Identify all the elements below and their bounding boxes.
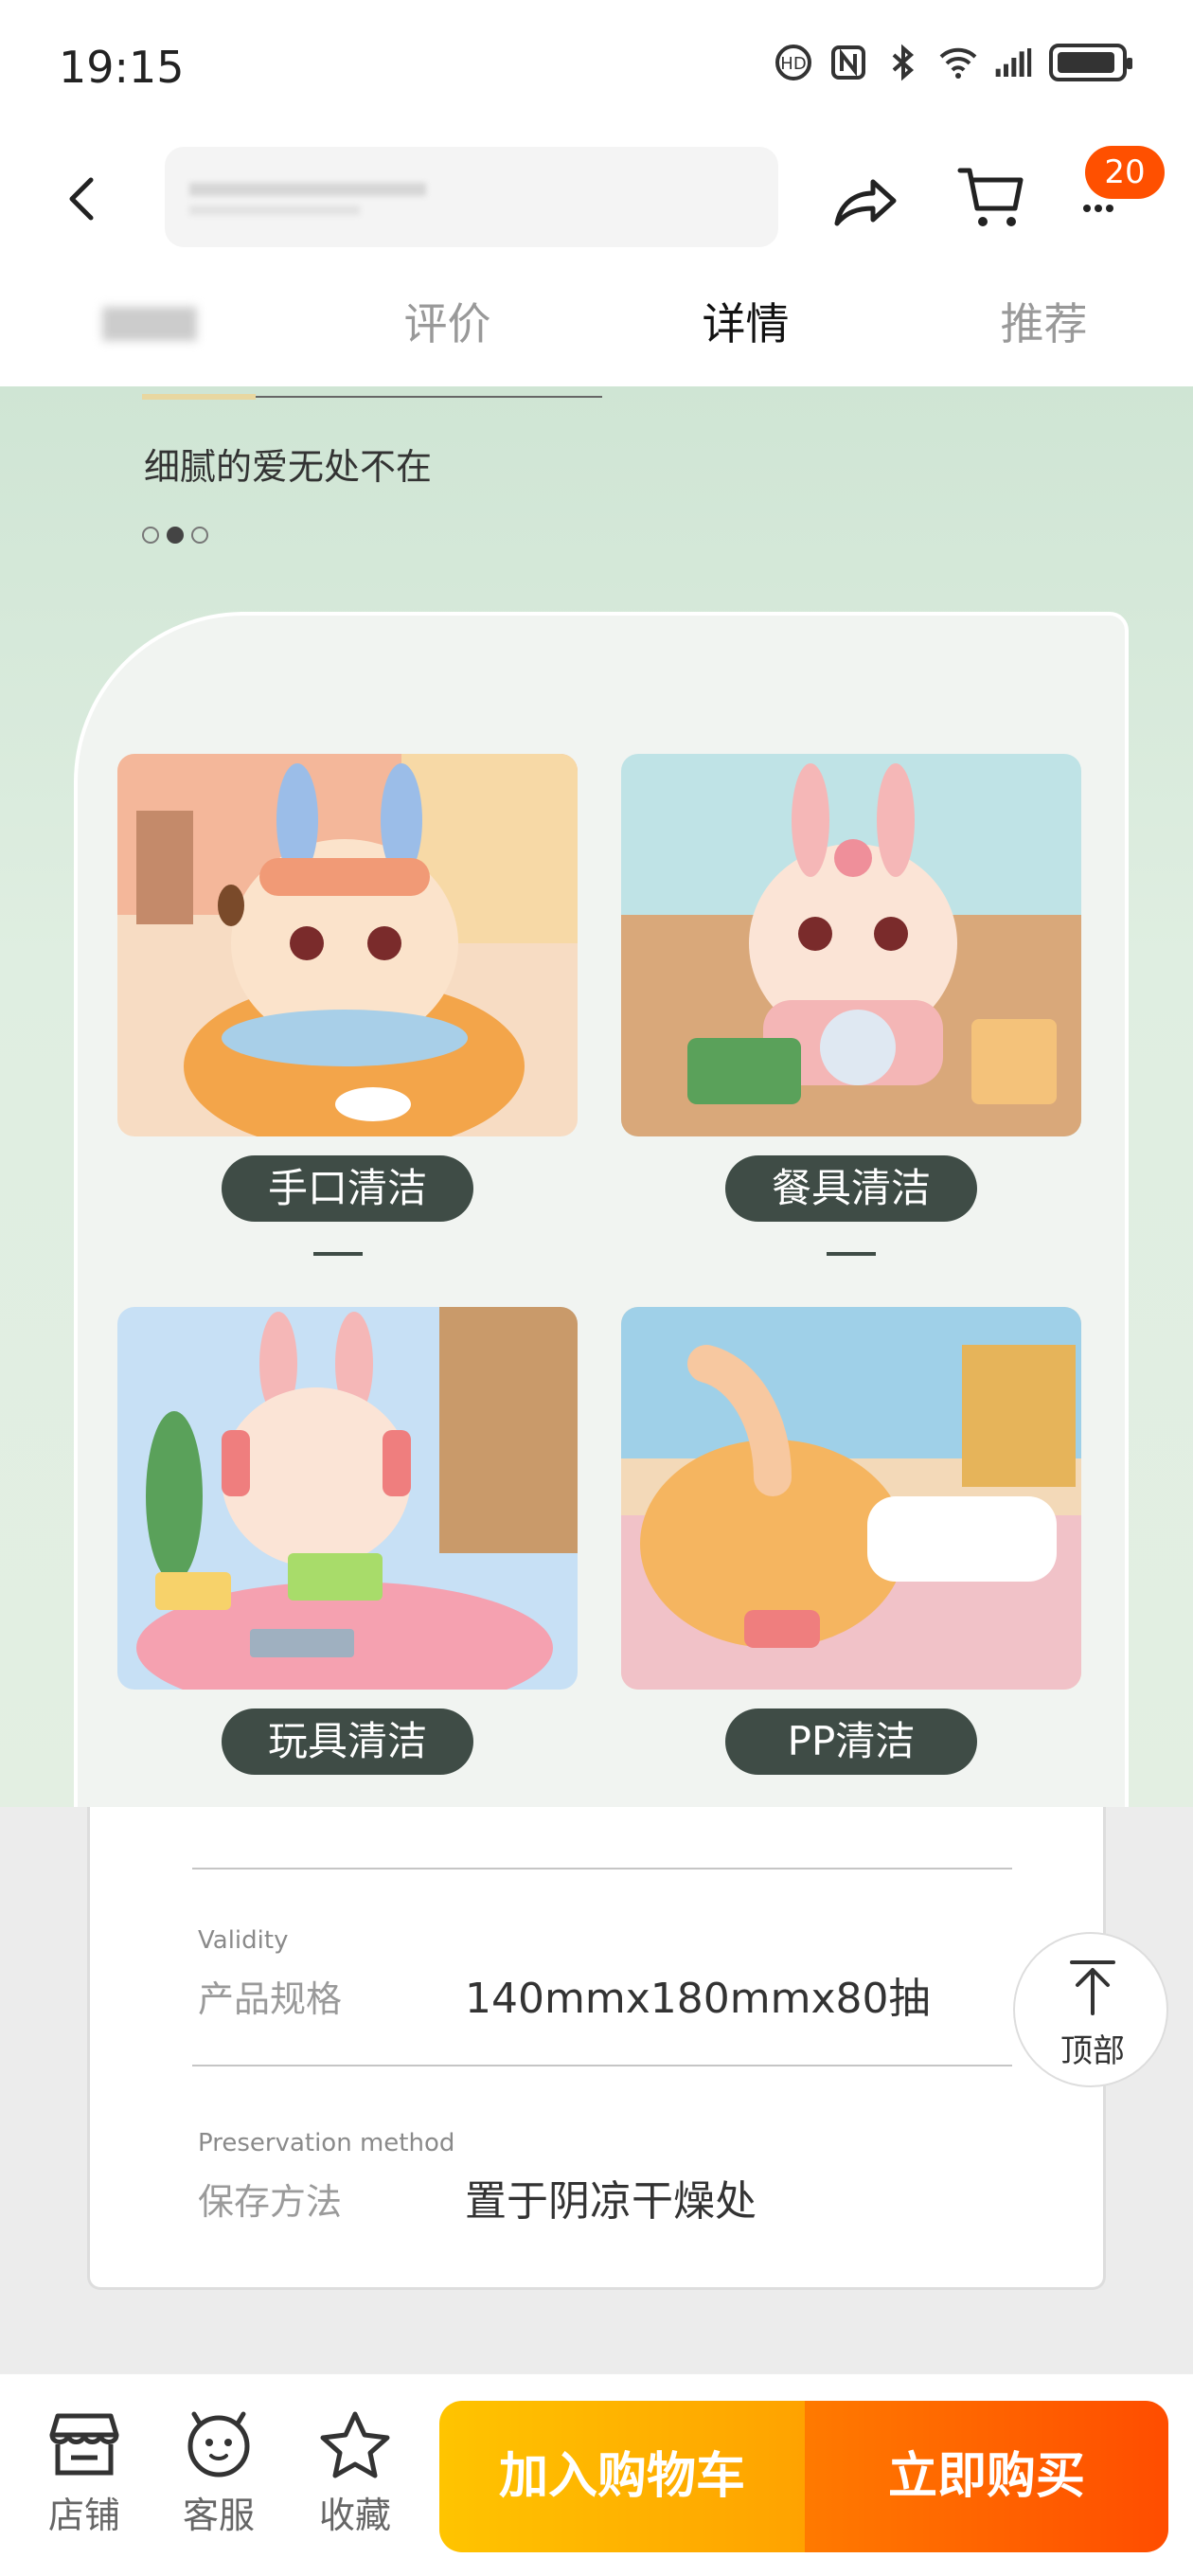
bottom-action-bar: 店铺 客服 收藏 加入购物车 立即购买 <box>0 2373 1193 2576</box>
spec-preservation-label: 保存方法 <box>198 2181 343 2223</box>
tab-product[interactable] <box>0 265 298 386</box>
carousel-dot[interactable] <box>142 527 159 544</box>
tab-details[interactable]: 详情 <box>596 265 895 386</box>
spec-validity-label: 产品规格 <box>198 1978 343 2020</box>
detail-tabs: 评价 详情 推荐 <box>0 265 1193 386</box>
wifi-6-icon <box>939 47 977 79</box>
tile-image-pp <box>621 1307 1081 1690</box>
divider-dash <box>313 1252 363 1256</box>
tab-recommend[interactable]: 推荐 <box>895 265 1193 386</box>
nfc-icon <box>831 45 865 80</box>
status-time: 19:15 <box>59 42 185 93</box>
bluetooth-icon <box>892 44 915 81</box>
tile-label-hand-mouth: 手口清洁 <box>222 1155 473 1222</box>
customer-service-button[interactable]: 客服 <box>157 2410 280 2538</box>
cart-icon[interactable] <box>956 163 1026 233</box>
detail-content: 细腻的爱无处不在 手口清洁 餐具清洁 玩具清洁 PP清洁 <box>0 386 1193 1807</box>
back-to-top-label: 顶部 <box>1060 2032 1125 2070</box>
battery-icon <box>1049 44 1132 81</box>
shop-label: 店铺 <box>47 2495 120 2536</box>
spec-table: Validity 产品规格 140mmx180mmx80抽 Preservati… <box>87 1807 1106 2290</box>
spec-preservation-value: 置于阴凉干燥处 <box>465 2177 757 2226</box>
back-arrow-icon[interactable] <box>55 170 112 227</box>
tile-image-toys <box>117 1307 578 1690</box>
blurred-search-subtext <box>189 206 360 215</box>
back-to-top-button[interactable]: 顶部 <box>1013 1932 1168 2087</box>
spec-divider <box>192 2065 1012 2066</box>
tile-label-tableware: 餐具清洁 <box>725 1155 977 1222</box>
favorite-button[interactable]: 收藏 <box>294 2410 417 2538</box>
customer-service-icon <box>187 2411 250 2478</box>
divider-dash <box>827 1252 876 1256</box>
svg-text:HD: HD <box>780 54 806 74</box>
carousel-dots <box>142 527 208 544</box>
share-icon[interactable] <box>831 170 899 231</box>
status-bar: 19:15 HD <box>0 0 1193 133</box>
spec-validity-value: 140mmx180mmx80抽 <box>465 1975 931 2023</box>
status-icons: HD <box>775 44 1132 81</box>
top-nav: 20 <box>0 133 1193 265</box>
favorite-label: 收藏 <box>318 2495 391 2536</box>
customer-service-label: 客服 <box>182 2495 255 2536</box>
star-icon <box>320 2411 390 2478</box>
hd-icon: HD <box>775 45 811 80</box>
tile-label-pp: PP清洁 <box>725 1708 977 1775</box>
tab-reviews[interactable]: 评价 <box>298 265 596 386</box>
carousel-dot[interactable] <box>191 527 208 544</box>
carousel-progress <box>142 394 602 400</box>
blurred-search-text <box>189 183 426 196</box>
cart-badge: 20 <box>1085 146 1165 199</box>
usage-card: 手口清洁 餐具清洁 玩具清洁 PP清洁 <box>74 612 1129 1807</box>
arrow-up-icon <box>1070 1960 1115 2015</box>
tile-image-hand-mouth <box>117 754 578 1136</box>
spec-divider <box>192 1868 1012 1869</box>
carousel-dot-active[interactable] <box>167 527 184 544</box>
shop-button[interactable]: 店铺 <box>23 2410 146 2538</box>
tile-label-toys: 玩具清洁 <box>222 1708 473 1775</box>
search-bar[interactable] <box>165 147 778 247</box>
signal-icon <box>995 48 1032 77</box>
tile-image-tableware <box>621 754 1081 1136</box>
add-to-cart-button[interactable]: 加入购物车 <box>439 2401 805 2552</box>
detail-tagline: 细腻的爱无处不在 <box>144 446 433 488</box>
buy-now-button[interactable]: 立即购买 <box>805 2401 1168 2552</box>
spec-validity-en: Validity <box>198 1926 289 1955</box>
shop-icon <box>49 2413 119 2476</box>
spec-preservation-en: Preservation method <box>198 2129 455 2157</box>
blurred-tab-label <box>101 307 197 341</box>
